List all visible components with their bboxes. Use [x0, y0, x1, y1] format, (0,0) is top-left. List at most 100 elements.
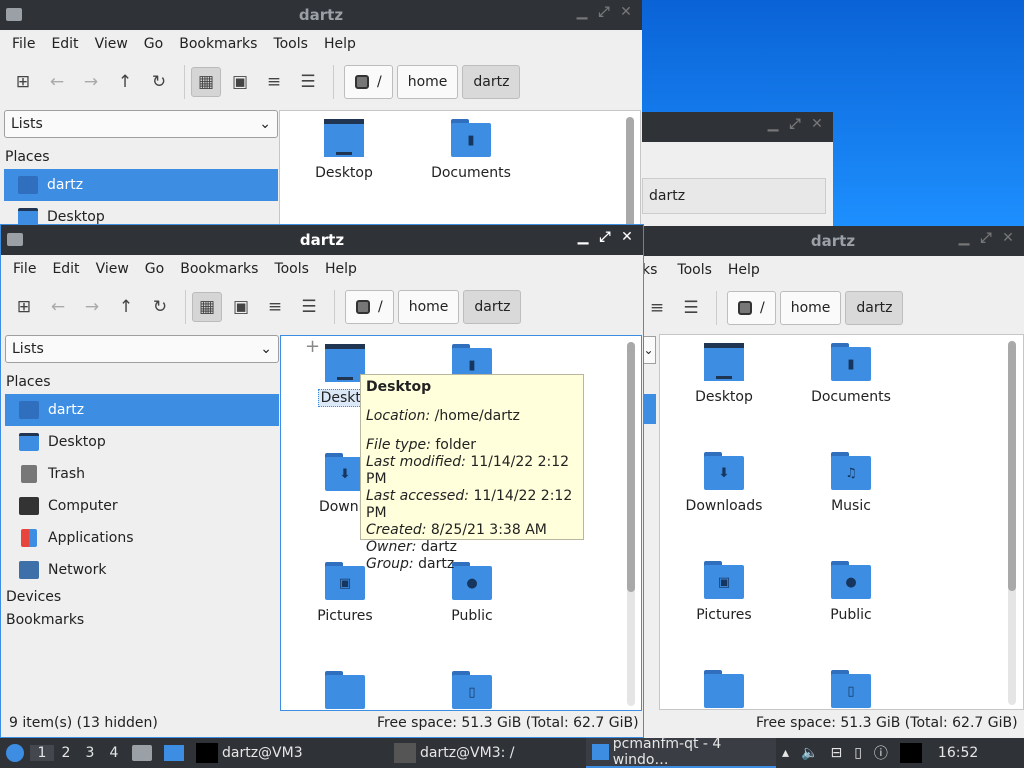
chevron-down-icon[interactable]: ⌄ — [642, 336, 656, 364]
sidebar-item-network[interactable]: Network — [5, 554, 279, 586]
volume-icon[interactable]: 🔈 — [795, 738, 824, 768]
clock[interactable]: 16:52 — [932, 738, 984, 768]
titlebar[interactable]: dartz ▁ ⤢ ✕ — [642, 226, 1024, 256]
desktop-2[interactable]: 2 — [54, 745, 78, 761]
scrollbar[interactable] — [1008, 341, 1016, 705]
menu-file[interactable]: File — [5, 261, 44, 277]
menu-bookmarks[interactable]: Bookmarks — [171, 36, 265, 52]
new-tab-icon[interactable]: ⊞ — [8, 67, 38, 97]
path-user[interactable]: dartz — [845, 291, 904, 325]
desktop-4[interactable]: 4 — [102, 745, 126, 761]
compact-view-icon[interactable]: ≡ — [642, 293, 672, 323]
file-view[interactable]: Desktop ▮ Documents ⬇ Downloads ♫ Music ▣ Pi… — [659, 334, 1024, 710]
back-icon[interactable]: ← — [43, 292, 73, 322]
file-item[interactable]: ▯ — [791, 670, 911, 708]
path-home[interactable]: home — [396, 65, 459, 99]
path-root[interactable]: / — [344, 65, 393, 99]
sidebar-item-applications[interactable]: Applications — [5, 522, 279, 554]
file-item[interactable]: ♫ Music — [791, 452, 911, 514]
close-icon[interactable]: ✕ — [809, 116, 825, 132]
file-item[interactable] — [285, 671, 405, 709]
menu-view[interactable]: View — [87, 36, 136, 52]
side-pane-combo[interactable]: Lists ⌄ — [5, 335, 279, 363]
menu-bookmarks[interactable]: Bookmarks — [172, 261, 266, 277]
sidebar-item-desktop[interactable]: Desktop — [5, 426, 279, 458]
task-terminal-1[interactable]: dartz@VM3 — [190, 738, 388, 768]
menu-help[interactable]: Help — [317, 261, 365, 277]
detailed-view-icon[interactable]: ☰ — [294, 292, 324, 322]
sidebar-item-trash[interactable]: Trash — [5, 458, 279, 490]
bookmarks-header[interactable]: Bookmarks — [5, 609, 279, 632]
detailed-view-icon[interactable]: ☰ — [676, 293, 706, 323]
compact-view-icon[interactable]: ≡ — [260, 292, 290, 322]
menu-edit[interactable]: Edit — [44, 261, 87, 277]
scrollbar[interactable] — [626, 117, 634, 225]
forward-icon[interactable]: → — [76, 67, 106, 97]
path-root[interactable]: / — [727, 291, 776, 325]
file-manager-launcher[interactable] — [126, 738, 158, 768]
path-user[interactable]: dartz — [642, 178, 826, 214]
show-desktop-button[interactable] — [158, 738, 190, 768]
sidebar-item-home[interactable]: dartz — [4, 169, 278, 201]
side-pane-combo[interactable]: Lists ⌄ — [4, 110, 278, 138]
minimize-icon[interactable]: ▁ — [574, 4, 590, 20]
close-icon[interactable]: ✕ — [1000, 230, 1016, 246]
clipboard-icon[interactable]: ▯ — [848, 738, 868, 768]
task-pcmanfm[interactable]: pcmanfm-qt - 4 windo… — [586, 736, 776, 768]
start-menu-button[interactable] — [0, 738, 30, 768]
task-terminal-2[interactable]: dartz@VM3: / — [388, 738, 586, 768]
file-item[interactable]: Desktop — [284, 119, 404, 181]
minimize-icon[interactable]: ▁ — [956, 230, 972, 246]
detailed-view-icon[interactable]: ☰ — [293, 67, 323, 97]
minimize-icon[interactable]: ▁ — [765, 116, 781, 132]
up-icon[interactable]: ↑ — [111, 292, 141, 322]
maximize-icon[interactable]: ⤢ — [596, 4, 612, 20]
minimize-icon[interactable]: ▁ — [575, 229, 591, 245]
network-icon[interactable]: ⊟ — [824, 738, 848, 768]
file-item[interactable]: ⬇ Downloads — [664, 452, 784, 514]
icon-view-icon[interactable]: ▦ — [191, 67, 221, 97]
titlebar[interactable]: ▁ ⤢ ✕ — [642, 112, 833, 142]
terminal-tray[interactable] — [894, 738, 932, 768]
close-icon[interactable]: ✕ — [619, 229, 635, 245]
file-item[interactable]: Desktop — [664, 343, 784, 405]
menu-go[interactable]: Go — [136, 36, 171, 52]
menu-tools[interactable]: Tools — [265, 36, 316, 52]
menu-tools[interactable]: Tools — [266, 261, 317, 277]
file-item[interactable] — [664, 670, 784, 708]
reload-icon[interactable]: ↻ — [145, 292, 175, 322]
menu-help[interactable]: Help — [316, 36, 364, 52]
file-item[interactable]: ▣ Pictures — [664, 561, 784, 623]
menu-go[interactable]: Go — [137, 261, 172, 277]
menu-view[interactable]: View — [88, 261, 137, 277]
maximize-icon[interactable]: ⤢ — [787, 116, 803, 132]
path-user[interactable]: dartz — [462, 65, 521, 99]
desktop-3[interactable]: 3 — [78, 745, 102, 761]
scrollbar[interactable] — [627, 342, 635, 706]
up-icon[interactable]: ↑ — [110, 67, 140, 97]
maximize-icon[interactable]: ⤢ — [597, 229, 613, 245]
close-icon[interactable]: ✕ — [618, 4, 634, 20]
file-item[interactable]: ▮ Documents — [411, 119, 531, 181]
menu-tools[interactable]: Tools — [669, 262, 720, 278]
devices-header[interactable]: Devices — [5, 586, 279, 609]
menu-file[interactable]: File — [4, 36, 43, 52]
maximize-icon[interactable]: ⤢ — [978, 230, 994, 246]
forward-icon[interactable]: → — [77, 292, 107, 322]
menu-edit[interactable]: Edit — [43, 36, 86, 52]
file-item[interactable]: ▮ Documents — [791, 343, 911, 405]
sidebar-item-computer[interactable]: Computer — [5, 490, 279, 522]
path-root[interactable]: / — [345, 290, 394, 324]
thumbnail-view-icon[interactable]: ▣ — [225, 67, 255, 97]
titlebar[interactable]: dartz ▁ ⤢ ✕ — [1, 225, 643, 255]
notification-icon[interactable]: ⓘ — [868, 738, 894, 768]
back-icon[interactable]: ← — [42, 67, 72, 97]
new-tab-icon[interactable]: ⊞ — [9, 292, 39, 322]
menu-help[interactable]: Help — [720, 262, 768, 278]
icon-view-icon[interactable]: ▦ — [192, 292, 222, 322]
desktop-1[interactable]: 1 — [30, 745, 54, 761]
reload-icon[interactable]: ↻ — [144, 67, 174, 97]
sidebar-item-home[interactable]: dartz — [5, 394, 279, 426]
path-home[interactable]: home — [779, 291, 842, 325]
sidebar-item-desktop[interactable]: Desktop — [4, 201, 278, 226]
